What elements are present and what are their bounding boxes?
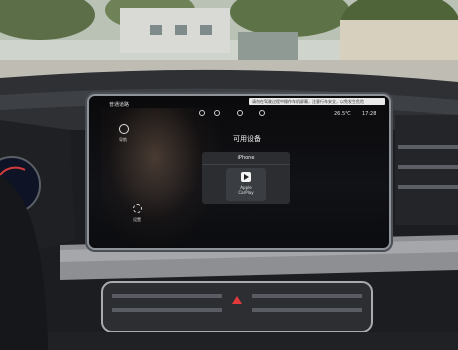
location-icon[interactable] bbox=[237, 110, 243, 116]
outside-temperature: 26.5℃ bbox=[334, 111, 351, 117]
settings-label[interactable]: 设置 bbox=[133, 217, 141, 223]
carplay-icon bbox=[241, 172, 251, 182]
profile-icon[interactable] bbox=[214, 110, 220, 116]
road-mode-label[interactable]: 普通道路 bbox=[109, 101, 129, 108]
carplay-label-line2: CarPlay bbox=[238, 190, 254, 195]
settings-gear-icon[interactable] bbox=[133, 204, 142, 213]
navigation-home-label[interactable]: 导航 bbox=[119, 137, 127, 143]
device-panel: iPhone Apple CarPlay bbox=[202, 152, 290, 204]
clock: 17:28 bbox=[362, 111, 377, 117]
carplay-button[interactable]: Apple CarPlay bbox=[226, 168, 266, 201]
car-interior-photo: 普通道路 请勿在驾驶过程中操作车机屏幕，注意行车安全，以免发生危险 26.5℃ … bbox=[0, 0, 458, 350]
navigation-home-icon[interactable] bbox=[119, 124, 129, 134]
available-devices-title: 可用设备 bbox=[233, 135, 261, 143]
navigation-icon[interactable] bbox=[199, 110, 205, 116]
driving-safety-notice: 请勿在驾驶过程中操作车机屏幕，注意行车安全，以免发生危险 bbox=[249, 98, 385, 105]
device-name: iPhone bbox=[237, 155, 255, 161]
infotainment-screen: 普通道路 请勿在驾驶过程中操作车机屏幕，注意行车安全，以免发生危险 26.5℃ … bbox=[89, 96, 389, 248]
wifi-icon[interactable] bbox=[259, 110, 265, 116]
carplay-label: Apple CarPlay bbox=[226, 185, 266, 195]
device-divider bbox=[202, 164, 290, 165]
